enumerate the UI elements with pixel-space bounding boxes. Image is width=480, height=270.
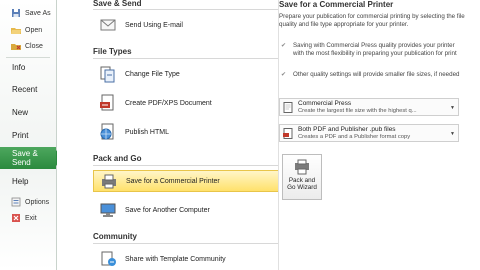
section-title-pack-and-go: Pack and Go [93, 154, 142, 163]
check-icon: ✔ [281, 72, 287, 78]
save-send-options-pane: Save & Send Send Using E-mail File Types… [57, 0, 325, 270]
check-icon: ✔ [281, 43, 287, 49]
detail-description: Prepare your publication for commercial … [279, 13, 465, 28]
sidebar-item-print[interactable]: Print [0, 124, 56, 146]
backstage-sidebar: Save As Open Close Info Recent New Print… [0, 0, 62, 270]
exit-icon [11, 213, 21, 223]
close-folder-icon [11, 41, 21, 51]
info-bullet: ✔ Saving with Commercial Press quality p… [279, 42, 465, 57]
close-command[interactable]: Close [0, 38, 56, 54]
pdf-document-icon [99, 94, 117, 112]
email-icon [99, 16, 117, 34]
dropdown-title: Commercial Press [298, 100, 352, 107]
chevron-down-icon: ▼ [450, 105, 455, 111]
item-label: Change File Type [125, 70, 180, 78]
open-command[interactable]: Open [0, 22, 56, 38]
detail-title: Save for a Commercial Printer [279, 0, 394, 9]
sidebar-item-label: Recent [12, 84, 38, 94]
item-label: Share with Template Community [125, 255, 226, 263]
item-label: Publish HTML [125, 128, 169, 136]
change-file-type-icon [99, 65, 117, 83]
sidebar-item-help[interactable]: Help [0, 170, 56, 192]
save-as-label: Save As [25, 9, 51, 17]
print-quality-dropdown[interactable]: Commercial Press Create the largest file… [279, 98, 459, 116]
exit-label: Exit [25, 214, 37, 222]
sidebar-item-save-and-send[interactable]: Save & Send [0, 147, 56, 169]
button-label-line2: Go Wizard [287, 184, 317, 191]
section-title-save-send: Save & Send [93, 0, 142, 8]
chevron-down-icon: ▼ [450, 131, 455, 137]
bullet-text: Other quality settings will provide smal… [293, 71, 460, 78]
item-label: Send Using E-mail [125, 21, 183, 29]
commercial-printer-icon [100, 172, 118, 190]
item-label: Create PDF/XPS Document [125, 99, 212, 107]
dropdown-subtitle: Create the largest file size with the hi… [298, 108, 417, 114]
close-label: Close [25, 42, 43, 50]
open-label: Open [25, 26, 43, 34]
pack-and-go-wizard-button[interactable]: Pack and Go Wizard [282, 154, 322, 200]
sidebar-item-info[interactable]: Info [0, 56, 56, 78]
exit-command[interactable]: Exit [0, 210, 56, 226]
html-globe-icon [99, 123, 117, 141]
section-title-file-types: File Types [93, 47, 132, 56]
info-bullet: ✔ Other quality settings will provide sm… [279, 71, 465, 79]
sidebar-item-new[interactable]: New [0, 101, 56, 123]
file-type-dropdown[interactable]: Both PDF and Publisher .pub files Create… [279, 124, 459, 142]
item-label: Save for Another Computer [125, 206, 210, 214]
pdf-pub-icon [283, 128, 293, 139]
bullet-text: Saving with Commercial Press quality pro… [293, 42, 457, 57]
sidebar-item-label: Info [12, 62, 26, 72]
options-label: Options [25, 198, 50, 206]
options-icon [11, 197, 21, 207]
save-as-command[interactable]: Save As [0, 5, 56, 21]
document-icon [283, 102, 293, 113]
button-label-line1: Pack and [288, 177, 316, 184]
sidebar-item-label: Save & Send [12, 149, 38, 167]
sidebar-item-label: Print [12, 130, 29, 140]
sidebar-item-label: New [12, 107, 29, 117]
commercial-printer-detail-pane: Save for a Commercial Printer Prepare yo… [278, 0, 480, 270]
pack-and-go-icon [293, 159, 311, 175]
computer-icon [99, 201, 117, 219]
dropdown-subtitle: Creates a PDF and a Publisher format cop… [298, 134, 411, 140]
template-community-icon [99, 250, 117, 268]
item-label: Save for a Commercial Printer [126, 177, 220, 185]
sidebar-item-recent[interactable]: Recent [0, 78, 56, 100]
open-folder-icon [11, 25, 21, 35]
sidebar-item-label: Help [12, 176, 29, 186]
dropdown-title: Both PDF and Publisher .pub files [298, 126, 396, 133]
options-command[interactable]: Options [0, 194, 56, 210]
save-as-icon [11, 8, 21, 18]
section-title-community: Community [93, 232, 137, 241]
